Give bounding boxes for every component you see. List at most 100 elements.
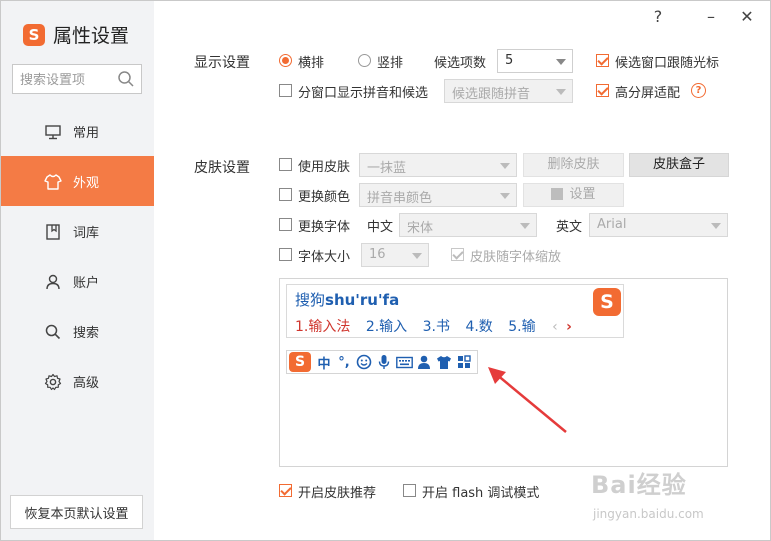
flash-debug-label: 开启 flash 调试模式 xyxy=(422,486,540,501)
shirt-icon xyxy=(44,173,62,191)
annotation-arrow-icon xyxy=(488,367,567,433)
english-font-value: Arial xyxy=(597,217,627,232)
skin-recommend-label: 开启皮肤推荐 xyxy=(298,486,377,501)
font-size-select[interactable]: 16 xyxy=(361,243,429,267)
split-window-checkbox[interactable] xyxy=(279,84,292,97)
minimize-button[interactable]: – xyxy=(701,7,721,27)
candidate-list: 1.输入法 2.输入 3.书 4.数 5.输 ‹ › xyxy=(295,316,572,336)
watermark-url: jingyan.baidu.com xyxy=(593,507,704,521)
settings-window: S 属性设置 常用 外观 词库 xyxy=(0,0,771,541)
skin-select[interactable]: 一抹蓝 xyxy=(359,153,517,177)
chevron-down-icon xyxy=(520,223,530,229)
follow-cursor-checkbox[interactable] xyxy=(596,54,609,67)
gear-icon xyxy=(44,373,62,391)
font-size-label: 字体大小 xyxy=(298,250,351,265)
reset-defaults-button[interactable]: 恢复本页默认设置 xyxy=(10,495,143,529)
ime-status-toolbar: S 中 °, xyxy=(286,350,478,374)
sidebar-item-account[interactable]: 账户 xyxy=(1,256,154,306)
split-mode-select[interactable]: 候选跟随拼音 xyxy=(444,79,573,103)
close-button[interactable]: ✕ xyxy=(737,7,757,27)
candidates-count-value: 5 xyxy=(505,53,514,68)
change-font-checkbox[interactable] xyxy=(279,218,292,231)
sidebar-item-search[interactable]: 搜索 xyxy=(1,306,154,356)
candidates-count-select[interactable]: 5 xyxy=(497,49,573,73)
search-icon xyxy=(44,323,62,341)
sidebar-item-label: 常用 xyxy=(73,126,100,141)
chinese-font-value: 宋体 xyxy=(407,221,434,236)
change-color-checkbox[interactable] xyxy=(279,188,292,201)
sidebar-item-label: 搜索 xyxy=(73,326,100,341)
chevron-down-icon xyxy=(412,253,422,259)
split-window-label: 分窗口显示拼音和候选 xyxy=(298,86,429,101)
font-size-checkbox[interactable] xyxy=(279,248,292,261)
pinyin-input: shu'ru'fa xyxy=(325,291,400,309)
english-font-select[interactable]: Arial xyxy=(589,213,728,237)
search-input[interactable] xyxy=(18,66,118,94)
sidebar-item-general[interactable]: 常用 xyxy=(1,106,154,156)
sidebar-item-label: 词库 xyxy=(73,226,100,241)
skin-settings-title: 皮肤设置 xyxy=(194,160,250,176)
chevron-down-icon xyxy=(500,163,510,169)
horizontal-label: 横排 xyxy=(298,56,325,71)
chevron-right-icon: › xyxy=(566,319,572,335)
help-button[interactable]: ? xyxy=(648,7,668,27)
color-select[interactable]: 拼音串颜色 xyxy=(359,183,517,207)
monitor-icon xyxy=(44,123,62,141)
chevron-down-icon xyxy=(556,89,566,95)
app-title: 属性设置 xyxy=(53,25,130,47)
keyboard-icon xyxy=(395,353,413,371)
shirt-icon xyxy=(435,353,453,371)
vertical-radio[interactable] xyxy=(358,54,371,67)
chevron-down-icon xyxy=(500,193,510,199)
color-value: 拼音串颜色 xyxy=(367,191,433,206)
split-mode-value: 候选跟随拼音 xyxy=(452,87,531,102)
change-font-label: 更换字体 xyxy=(298,220,351,235)
color-swatch-icon xyxy=(551,188,564,200)
skin-box-button[interactable]: 皮肤盒子 xyxy=(629,153,729,177)
vertical-label: 竖排 xyxy=(377,56,404,71)
microphone-icon xyxy=(375,353,393,371)
pinyin-string: 搜狗shu'ru'fa xyxy=(295,289,399,310)
chevron-left-icon: ‹ xyxy=(552,319,558,335)
sidebar-item-label: 高级 xyxy=(73,376,100,391)
chinese-font-label: 中文 xyxy=(367,220,394,235)
horizontal-radio[interactable] xyxy=(279,54,292,67)
skin-recommend-checkbox[interactable] xyxy=(279,484,292,497)
candidate-item: 3.书 xyxy=(422,319,450,335)
search-box xyxy=(12,64,142,94)
flash-debug-checkbox[interactable] xyxy=(403,484,416,497)
color-settings-label: 设置 xyxy=(569,187,596,202)
help-circle-icon[interactable]: ? xyxy=(691,83,706,98)
change-color-label: 更换颜色 xyxy=(298,190,351,205)
high-dpi-checkbox[interactable] xyxy=(596,84,609,97)
sogou-logo-icon: S xyxy=(23,23,45,46)
skin-value: 一抹蓝 xyxy=(367,161,407,176)
book-icon xyxy=(44,223,62,241)
sidebar-item-label: 账户 xyxy=(73,276,100,291)
display-settings-title: 显示设置 xyxy=(194,55,250,71)
candidate-item: 2.输入 xyxy=(365,319,408,335)
chinese-font-select[interactable]: 宋体 xyxy=(399,213,537,237)
skin-preview-panel: 搜狗shu'ru'fa 1.输入法 2.输入 3.书 4.数 5.输 ‹ › S… xyxy=(279,278,728,467)
search-icon[interactable] xyxy=(117,70,135,92)
chevron-down-icon xyxy=(556,59,566,65)
scale-with-font-label: 皮肤随字体缩放 xyxy=(470,250,562,265)
user-icon xyxy=(44,273,62,291)
use-skin-checkbox[interactable] xyxy=(279,158,292,171)
pinyin-prefix: 搜狗 xyxy=(295,291,326,309)
delete-skin-button[interactable]: 删除皮肤 xyxy=(523,153,624,177)
user-icon xyxy=(415,353,433,371)
sidebar-item-appearance[interactable]: 外观 xyxy=(1,156,154,206)
scale-with-font-checkbox[interactable] xyxy=(451,248,464,261)
sogou-logo-icon: S xyxy=(593,288,621,316)
sidebar-item-advanced[interactable]: 高级 xyxy=(1,356,154,406)
grid-icon xyxy=(455,353,473,371)
candidate-item: 5.输 xyxy=(508,319,536,335)
candidate-item: 1.输入法 xyxy=(295,319,351,335)
smiley-icon xyxy=(355,353,373,371)
font-size-value: 16 xyxy=(369,247,386,262)
sogou-logo-icon: S xyxy=(289,352,311,372)
sidebar-item-dictionary[interactable]: 词库 xyxy=(1,206,154,256)
chevron-down-icon xyxy=(711,223,721,229)
color-settings-button[interactable]: 设置 xyxy=(523,183,624,207)
